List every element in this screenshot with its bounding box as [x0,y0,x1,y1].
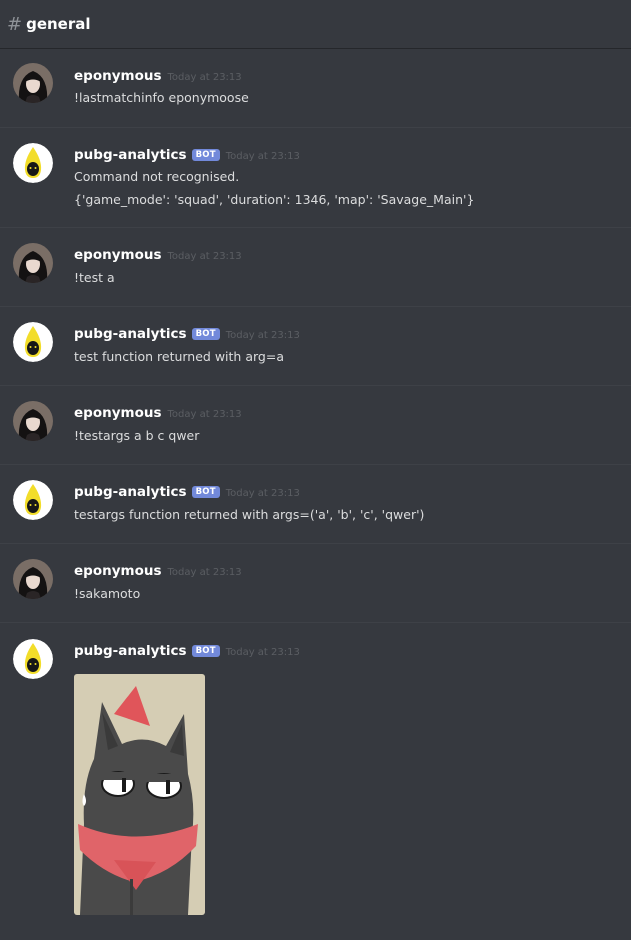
message-text: {'game_mode': 'squad', 'duration': 1346,… [74,192,475,207]
bot-avatar-icon[interactable] [13,143,53,183]
message-author[interactable]: pubg-analytics BOT Today at 23:13 [74,326,300,342]
message: eponymous Today at 23:13 !testargs a b c … [0,385,631,465]
bot-avatar-icon[interactable] [13,480,53,520]
user-avatar-icon[interactable] [13,401,53,441]
message-text: Command not recognised. [74,169,240,184]
message: eponymous Today at 23:13 !sakamoto [0,543,631,623]
message: eponymous Today at 23:13 !test a [0,227,631,307]
channel-name: general [26,15,91,33]
message-text: !test a [74,270,115,285]
message-text: !sakamoto [74,586,141,601]
message-text: !testargs a b c qwer [74,428,200,443]
message-timestamp: Today at 23:13 [225,330,300,341]
message-timestamp: Today at 23:13 [167,409,242,420]
bot-badge: BOT [191,149,220,161]
user-avatar-icon[interactable] [13,559,53,599]
user-avatar-icon[interactable] [13,63,53,103]
message: pubg-analytics BOT Today at 23:13 [0,622,631,940]
message-timestamp: Today at 23:13 [167,251,242,262]
message-timestamp: Today at 23:13 [167,567,242,578]
bot-badge: BOT [191,645,220,657]
message-text: testargs function returned with args=('a… [74,507,425,522]
message-author[interactable]: eponymous Today at 23:13 [74,405,242,421]
message-author[interactable]: eponymous Today at 23:13 [74,68,242,84]
message-author[interactable]: eponymous Today at 23:13 [74,563,242,579]
message-text: !lastmatchinfo eponymoose [74,90,249,105]
channel-header: # general [0,0,631,49]
message: pubg-analytics BOT Today at 23:13 testargs… [0,464,631,544]
message-timestamp: Today at 23:13 [225,647,300,658]
message-list: eponymous Today at 23:13 !lastmatchinfo e… [0,49,631,940]
message-timestamp: Today at 23:13 [225,151,300,162]
message-author[interactable]: eponymous Today at 23:13 [74,247,242,263]
cat-image[interactable] [74,674,205,915]
message: pubg-analytics BOT Today at 23:13 Command … [0,127,631,228]
bot-avatar-icon[interactable] [13,322,53,362]
message-author[interactable]: pubg-analytics BOT Today at 23:13 [74,643,300,659]
channel-hash-icon: # [7,13,23,35]
message-author[interactable]: pubg-analytics BOT Today at 23:13 [74,147,300,163]
message-timestamp: Today at 23:13 [167,72,242,83]
message-author[interactable]: pubg-analytics BOT Today at 23:13 [74,484,300,500]
message-timestamp: Today at 23:13 [225,488,300,499]
message: eponymous Today at 23:13 !lastmatchinfo e… [0,49,631,127]
bot-badge: BOT [191,328,220,340]
message: pubg-analytics BOT Today at 23:13 test fun… [0,306,631,386]
chat-window: # general eponymous Today at 23:13 !lastm… [0,0,631,940]
message-text: test function returned with arg=a [74,349,284,364]
user-avatar-icon[interactable] [13,243,53,283]
bot-avatar-icon[interactable] [13,639,53,679]
bot-badge: BOT [191,486,220,498]
